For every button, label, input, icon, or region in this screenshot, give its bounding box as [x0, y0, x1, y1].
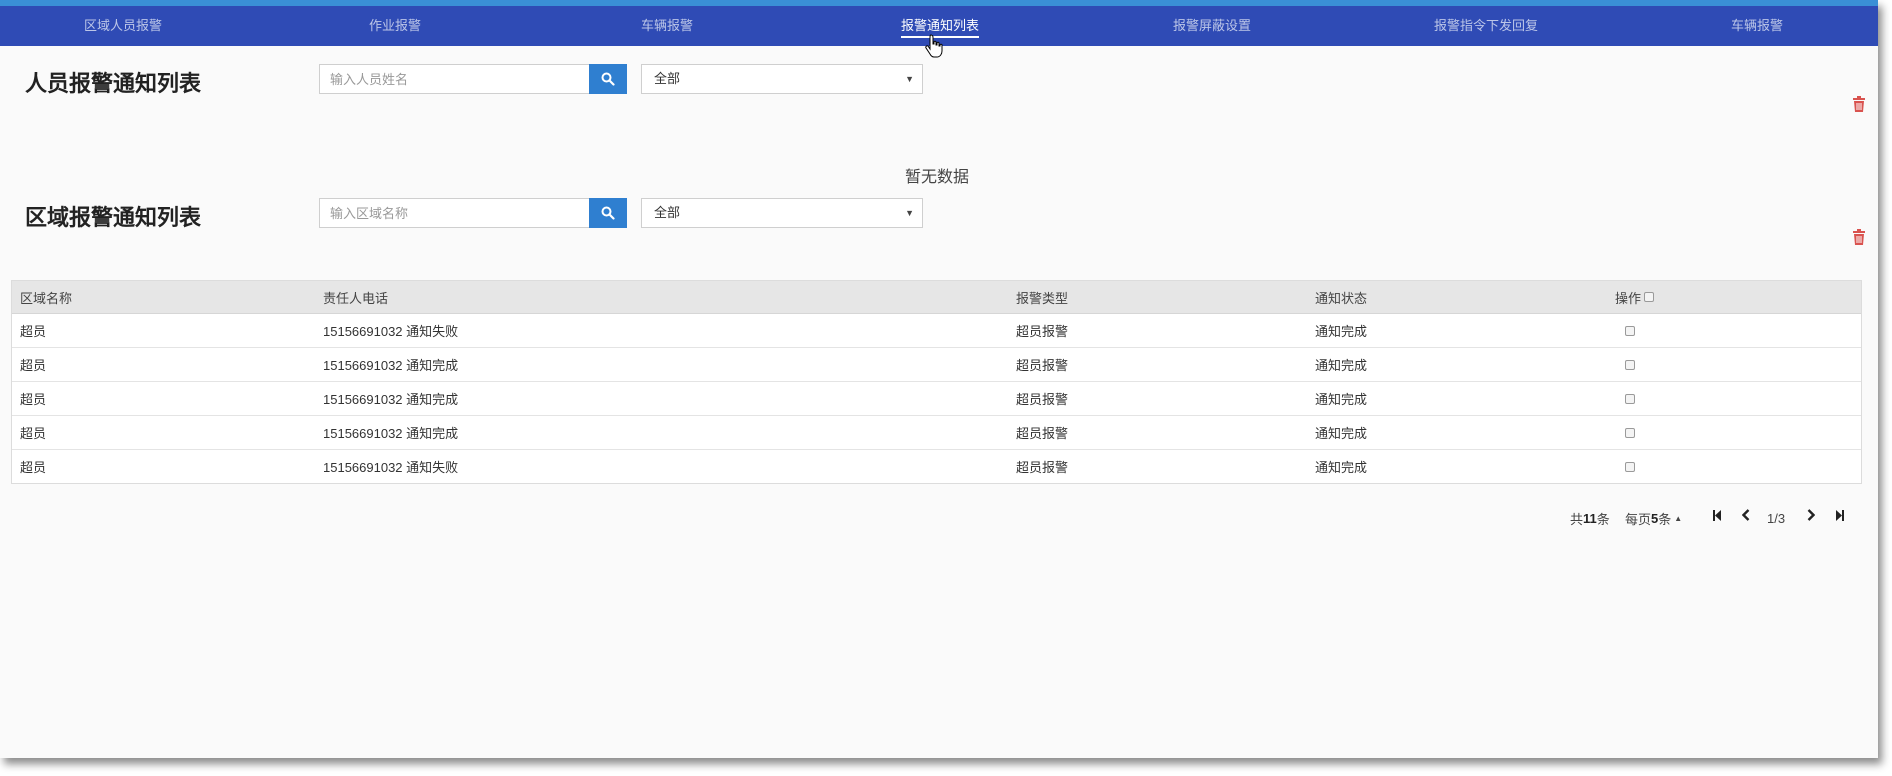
cell-actions: [1625, 416, 1635, 449]
cell-notify-status: 通知完成: [1315, 392, 1368, 407]
nav-tab-alarm-mask-settings[interactable]: 报警屏蔽设置: [1173, 6, 1251, 46]
area-status-select[interactable]: 全部 ▼: [641, 198, 923, 228]
cell-responsible-phone: 15156691032 通知失败: [323, 460, 459, 475]
nav-tab-work-alarm[interactable]: 作业报警: [369, 6, 421, 46]
cell-alarm-type: 超员报警: [1016, 392, 1069, 407]
row-select-checkbox[interactable]: [1625, 325, 1635, 336]
person-name-search-input[interactable]: [319, 64, 590, 94]
nav-tab-alarm-command-reply[interactable]: 报警指令下发回复: [1434, 6, 1538, 46]
cell-area-name: 超员: [20, 426, 47, 441]
row-select-checkbox[interactable]: [1625, 393, 1635, 404]
cell-actions: [1625, 450, 1635, 483]
cell-responsible-phone: 15156691032 通知完成: [323, 426, 459, 441]
header-responsible-phone: 责任人电话: [323, 290, 389, 306]
prev-page-button[interactable]: [1738, 505, 1754, 525]
cell-notify-status: 通知完成: [1315, 324, 1368, 339]
table-row: 超员 15156691032 通知失败 超员报警 通知完成: [12, 450, 1861, 483]
cell-area-name: 超员: [20, 460, 47, 475]
table-body: 超员 15156691032 通知失败 超员报警 通知完成 超员 15156691032 …: [12, 314, 1861, 483]
cell-alarm-type: 超员报警: [1016, 324, 1069, 339]
chevron-right-icon: [1807, 509, 1815, 521]
cell-responsible-phone: 15156691032 通知失败: [323, 324, 459, 339]
cell-actions: [1625, 314, 1635, 347]
nav-tab-vehicle-alarm[interactable]: 车辆报警: [641, 6, 693, 46]
area-status-select-value: 全部: [654, 205, 681, 220]
table-header-row: 区域名称 责任人电话 报警类型 通知状态 操作: [12, 281, 1861, 314]
pagination-total: 共 11 条: [1570, 510, 1610, 527]
header-area-name: 区域名称: [20, 290, 73, 306]
cell-responsible-phone: 15156691032 通知完成: [323, 392, 459, 407]
chevron-down-icon: ▼: [905, 74, 914, 84]
app-window: 区域人员报警 作业报警 车辆报警 报警通知列表 报警屏蔽设置 报警指令下发回复 …: [0, 0, 1878, 758]
header-actions: 操作: [1615, 281, 1655, 313]
table-row: 超员 15156691032 通知完成 超员报警 通知完成: [12, 416, 1861, 450]
cell-area-name: 超员: [20, 358, 47, 373]
area-search-button[interactable]: [589, 198, 627, 228]
cell-actions: [1625, 348, 1635, 381]
caret-up-icon: ▲: [1674, 513, 1683, 523]
cell-notify-status: 通知完成: [1315, 426, 1368, 441]
person-search-button[interactable]: [589, 64, 627, 94]
hand-pointer-cursor-icon: [925, 34, 943, 58]
area-name-search-input[interactable]: [319, 198, 590, 228]
table-row: 超员 15156691032 通知完成 超员报警 通知完成: [12, 382, 1861, 416]
cell-alarm-type: 超员报警: [1016, 358, 1069, 373]
last-page-button[interactable]: [1832, 505, 1848, 525]
cell-alarm-type: 超员报警: [1016, 426, 1069, 441]
search-icon: [601, 206, 615, 220]
area-section-title: 区域报警通知列表: [25, 206, 202, 231]
row-select-checkbox[interactable]: [1625, 461, 1635, 472]
area-delete-trash-icon[interactable]: [1852, 229, 1866, 245]
header-actions-label: 操作: [1615, 290, 1642, 306]
cell-notify-status: 通知完成: [1315, 358, 1368, 373]
person-status-select[interactable]: 全部 ▼: [641, 64, 923, 94]
table-row: 超员 15156691032 通知失败 超员报警 通知完成: [12, 314, 1861, 348]
person-delete-trash-icon[interactable]: [1852, 96, 1866, 112]
person-status-select-value: 全部: [654, 71, 681, 86]
cell-area-name: 超员: [20, 324, 47, 339]
table-row: 超员 15156691032 通知完成 超员报警 通知完成: [12, 348, 1861, 382]
last-page-icon: [1836, 509, 1844, 521]
next-page-button[interactable]: [1803, 505, 1819, 525]
first-page-button[interactable]: [1709, 505, 1725, 525]
area-alarm-table: 区域名称 责任人电话 报警类型 通知状态 操作 超员 15156691032 通知…: [11, 280, 1862, 484]
cell-responsible-phone: 15156691032 通知完成: [323, 358, 459, 373]
first-page-icon: [1713, 509, 1721, 521]
select-all-checkbox[interactable]: [1644, 292, 1655, 302]
row-select-checkbox[interactable]: [1625, 359, 1635, 370]
header-notify-status: 通知状态: [1315, 290, 1368, 306]
cell-notify-status: 通知完成: [1315, 460, 1368, 475]
chevron-left-icon: [1742, 509, 1750, 521]
nav-tab-area-person-alarm[interactable]: 区域人员报警: [84, 6, 162, 46]
cell-actions: [1625, 382, 1635, 415]
cell-area-name: 超员: [20, 392, 47, 407]
cell-alarm-type: 超员报警: [1016, 460, 1069, 475]
page-indicator: 1/3: [1767, 510, 1786, 526]
chevron-down-icon: ▼: [905, 208, 914, 218]
person-empty-state-text: 暂无数据: [905, 169, 970, 186]
search-icon: [601, 72, 615, 86]
row-select-checkbox[interactable]: [1625, 427, 1635, 438]
page-size-selector[interactable]: 每页 5 条 ▲: [1625, 508, 1682, 528]
person-section-title: 人员报警通知列表: [25, 72, 202, 97]
nav-tab-vehicle-alarm-2[interactable]: 车辆报警: [1731, 6, 1783, 46]
header-alarm-type: 报警类型: [1016, 290, 1069, 306]
